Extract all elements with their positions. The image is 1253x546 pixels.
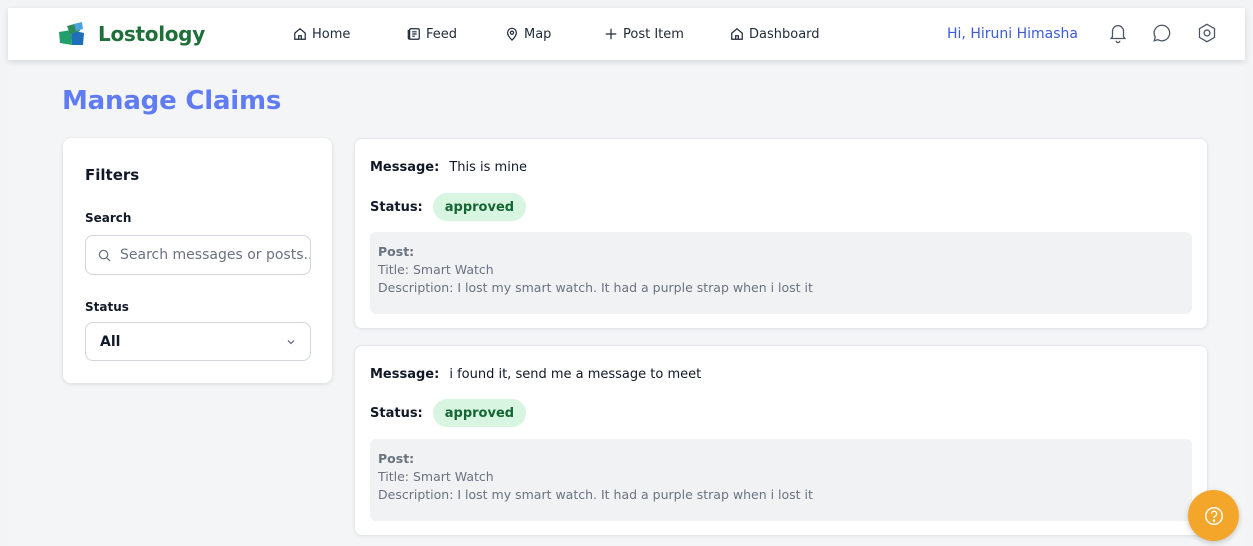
claim-card: Message: This is mine Status: approved P… xyxy=(354,138,1208,329)
nav-home-label: Home xyxy=(312,26,351,42)
user-greeting[interactable]: Hi, Hiruni Himasha xyxy=(947,22,1078,46)
navbar: Lostology Home Feed Map Post Item Dashbo… xyxy=(8,8,1245,60)
message-label: Message: xyxy=(370,159,440,175)
map-pin-icon xyxy=(507,27,517,41)
nav-map-label: Map xyxy=(524,26,552,42)
brand-logo-icon xyxy=(59,22,84,45)
page-title: Manage Claims xyxy=(62,86,282,116)
nav-post-item[interactable]: Post Item xyxy=(604,22,684,46)
nav-home[interactable]: Home xyxy=(293,22,350,46)
message-text: i found it, send me a message to meet xyxy=(449,366,702,382)
feed-icon xyxy=(407,28,420,40)
settings-icon xyxy=(1198,23,1216,43)
nav-map[interactable]: Map xyxy=(505,22,551,46)
post-description: Description: I lost my smart watch. It h… xyxy=(378,487,813,502)
filters-title: Filters xyxy=(85,166,140,184)
post-label: Post: xyxy=(378,451,415,466)
app-frame: Lostology Home Feed Map Post Item Dashbo… xyxy=(8,8,1245,546)
filters-panel: Filters Search Status All xyxy=(63,138,332,383)
post-label: Post: xyxy=(378,244,415,259)
nav-feed-label: Feed xyxy=(426,26,458,42)
brand[interactable]: Lostology xyxy=(58,20,205,48)
message-label: Message: xyxy=(370,366,440,382)
messages-button[interactable] xyxy=(1149,20,1175,46)
brand-name: Lostology xyxy=(98,22,205,46)
post-title: Title: Smart Watch xyxy=(378,262,494,277)
dashboard-home-icon xyxy=(731,27,743,40)
search-field[interactable] xyxy=(85,235,311,275)
message-text: This is mine xyxy=(449,159,528,175)
claim-message: Message: i found it, send me a message t… xyxy=(370,364,701,384)
help-button[interactable] xyxy=(1188,490,1239,541)
claim-status: Status: approved xyxy=(370,193,527,221)
home-icon xyxy=(294,27,306,40)
status-badge: approved xyxy=(432,193,527,221)
chat-icon xyxy=(1153,24,1171,42)
claim-card: Message: i found it, send me a message t… xyxy=(354,345,1208,536)
status-label: Status: xyxy=(370,199,423,215)
bell-icon xyxy=(1109,25,1127,44)
search-input[interactable] xyxy=(120,247,310,263)
status-select-value: All xyxy=(100,333,121,350)
notifications-button[interactable] xyxy=(1105,20,1131,46)
claim-status: Status: approved xyxy=(370,399,527,427)
post-description: Description: I lost my smart watch. It h… xyxy=(378,280,813,295)
post-details: Post: Title: Smart Watch Description: I … xyxy=(370,232,1192,314)
chevron-down-icon xyxy=(287,339,295,344)
nav-dashboard-label: Dashboard xyxy=(749,26,820,42)
nav-dashboard[interactable]: Dashboard xyxy=(730,22,820,46)
nav-feed[interactable]: Feed xyxy=(407,22,457,46)
status-label: Status xyxy=(85,300,129,314)
status-label: Status: xyxy=(370,405,423,421)
help-icon xyxy=(1204,506,1223,525)
nav-post-item-label: Post Item xyxy=(623,26,684,42)
search-icon xyxy=(98,249,111,262)
post-title: Title: Smart Watch xyxy=(378,469,494,484)
status-badge: approved xyxy=(432,399,527,427)
claim-message: Message: This is mine xyxy=(370,157,527,177)
settings-button[interactable] xyxy=(1194,20,1220,46)
plus-icon xyxy=(605,28,617,40)
status-select[interactable]: All xyxy=(85,322,311,361)
post-details: Post: Title: Smart Watch Description: I … xyxy=(370,439,1192,521)
search-label: Search xyxy=(85,211,132,225)
